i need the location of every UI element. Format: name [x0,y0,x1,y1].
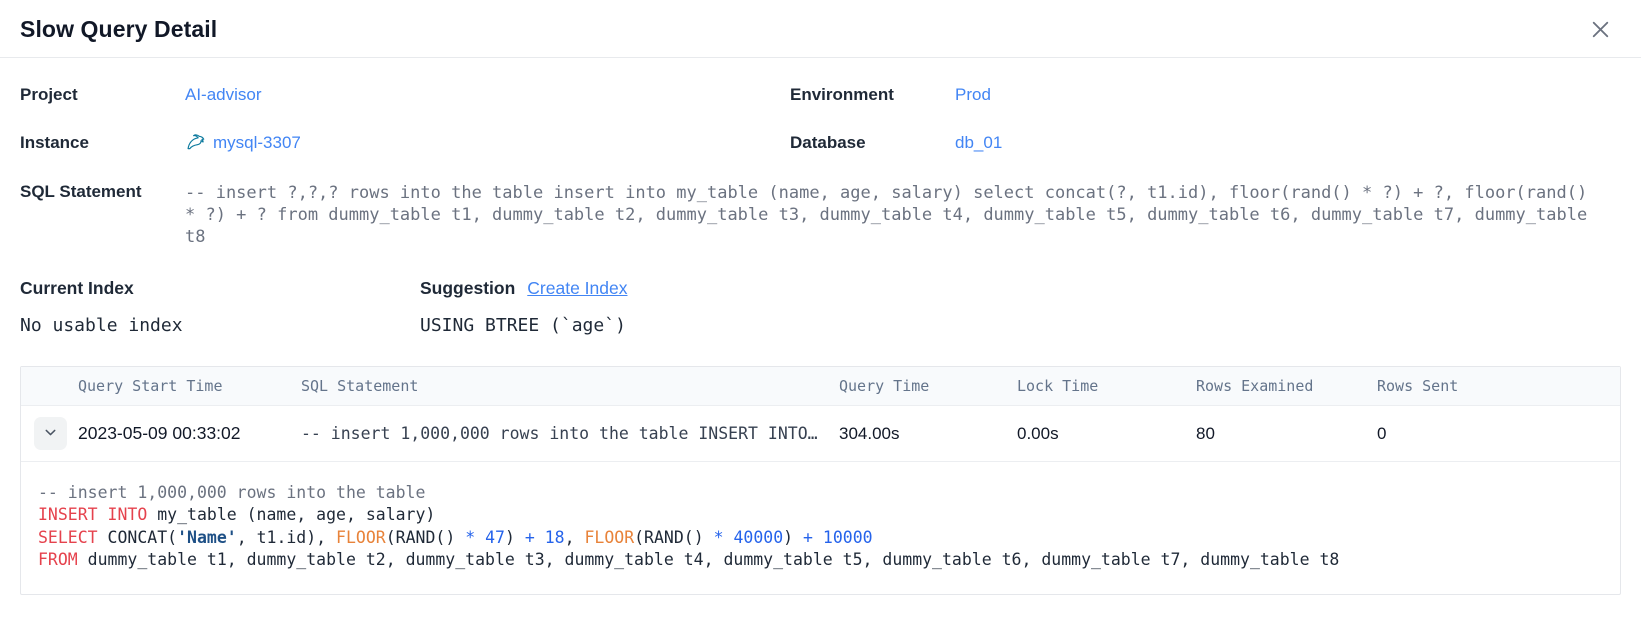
modal-body: Project AI-advisor Environment Prod Inst… [0,85,1641,595]
column-header-rows-sent: Rows Sent [1377,377,1620,395]
close-icon [1588,17,1613,42]
suggestion-label: Suggestion [420,278,515,299]
column-header-rows-examined: Rows Examined [1196,377,1377,395]
mysql-dolphin-icon [185,132,206,153]
environment-label: Environment [790,85,955,105]
table-header-row: Query Start Time SQL Statement Query Tim… [21,367,1620,405]
suggestion-value: USING BTREE (`age`) [420,315,1621,336]
project-link[interactable]: AI-advisor [185,85,262,105]
column-header-query-start-time: Query Start Time [78,377,301,395]
environment-link[interactable]: Prod [955,85,991,105]
field-instance: Instance mysql-3307 [20,132,790,153]
slow-query-table: Query Start Time SQL Statement Query Tim… [20,366,1621,595]
current-index-label: Current Index [20,278,420,299]
page-title: Slow Query Detail [20,16,217,43]
cell-query-time: 304.00s [839,424,1017,444]
database-link[interactable]: db_01 [955,133,1002,153]
instance-link[interactable]: mysql-3307 [213,133,301,153]
project-label: Project [20,85,185,105]
cell-query-start-time: 2023-05-09 00:33:02 [78,423,301,444]
cell-rows-sent: 0 [1377,424,1620,444]
create-index-link[interactable]: Create Index [527,278,627,299]
column-header-query-time: Query Time [839,377,1017,395]
close-button[interactable] [1586,15,1615,44]
sql-statement-label: SQL Statement [20,182,185,248]
field-project: Project AI-advisor [20,85,790,105]
slow-query-detail-modal: Slow Query Detail Project AI-advisor Env… [0,0,1641,595]
chevron-down-icon [43,425,58,443]
instance-label: Instance [20,133,185,153]
info-section: Project AI-advisor Environment Prod Inst… [20,85,1621,153]
index-section: Current Index Suggestion Create Index No… [20,278,1621,336]
cell-rows-examined: 80 [1196,424,1377,444]
sql-statement-section: SQL Statement -- insert ?,?,? rows into … [20,182,1621,248]
modal-header: Slow Query Detail [0,0,1641,58]
column-header-lock-time: Lock Time [1017,377,1196,395]
field-environment: Environment Prod [790,85,1621,105]
cell-lock-time: 0.00s [1017,424,1196,444]
column-header-sql-statement: SQL Statement [301,377,839,395]
database-label: Database [790,133,955,153]
current-index-value: No usable index [20,315,420,336]
field-database: Database db_01 [790,132,1621,153]
sql-statement-text: -- insert ?,?,? rows into the table inse… [185,182,1595,248]
cell-sql-statement-preview: -- insert 1,000,000 rows into the table … [301,424,839,443]
expanded-sql-code: -- insert 1,000,000 rows into the tableI… [21,461,1620,594]
table-row[interactable]: 2023-05-09 00:33:02 -- insert 1,000,000 … [21,405,1620,461]
collapse-row-button[interactable] [34,417,67,450]
